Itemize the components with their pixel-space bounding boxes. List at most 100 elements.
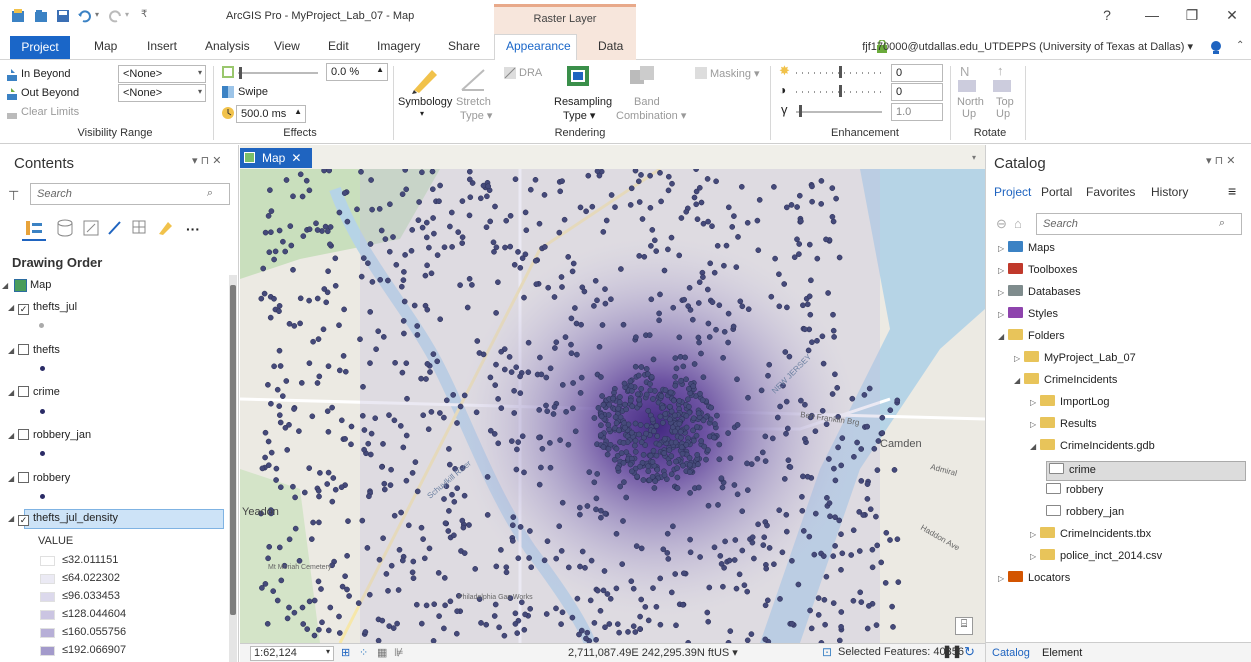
band-combination-icon[interactable] [628, 64, 658, 92]
scale-combo[interactable]: 1:62,124 ▾ [250, 646, 334, 661]
layer-visibility-checkbox[interactable]: ✓ [18, 304, 29, 315]
open-project-icon[interactable] [33, 8, 49, 24]
catalog-item[interactable]: ▷ Maps [998, 241, 1055, 261]
top-up-label[interactable]: Top [996, 96, 1014, 108]
contrast-slider-thumb[interactable] [839, 85, 842, 97]
undo-icon[interactable] [77, 8, 93, 24]
list-by-drawing-order-icon[interactable] [24, 219, 44, 237]
minimize-button[interactable]: — [1142, 7, 1162, 23]
layer-visibility-checkbox[interactable] [18, 344, 29, 355]
catalog-item[interactable]: ▷ Locators [998, 571, 1070, 591]
catalog-item[interactable]: robbery [1046, 483, 1103, 503]
collapse-ribbon-icon[interactable]: ⌃ [1236, 40, 1244, 51]
flicker-spinner[interactable]: 500.0 ms ▲ [236, 105, 306, 123]
refresh-icon[interactable]: ↻ [964, 644, 975, 660]
out-beyond-combo[interactable]: <None> ▾ [118, 84, 206, 102]
constraints-icon[interactable]: ⊯ [394, 646, 404, 659]
brightness-spinner[interactable]: 0 [891, 64, 943, 82]
expand-triangle-icon[interactable]: ▷ [1030, 420, 1040, 429]
expand-triangle-icon[interactable]: ▷ [998, 574, 1008, 583]
catalog-item[interactable]: ◢ CrimeIncidents.gdb [1030, 439, 1155, 459]
stretch-type-icon[interactable] [458, 66, 488, 94]
tab-view[interactable]: View [274, 39, 300, 53]
transparency-slider-thumb[interactable] [239, 67, 242, 79]
clear-limits-label[interactable]: Clear Limits [21, 106, 79, 118]
close-tab-icon[interactable]: ✕ [291, 151, 301, 165]
expand-triangle-icon[interactable]: ▷ [1030, 530, 1040, 539]
symbology-button[interactable]: Symbology [398, 96, 452, 108]
more-icon[interactable]: ··· [186, 221, 200, 237]
layer-row-robbery-jan[interactable]: ◢ robbery_jan [8, 429, 91, 447]
new-project-icon[interactable] [10, 8, 26, 24]
map-tab[interactable]: Map ✕ [240, 148, 312, 168]
layer-visibility-checkbox[interactable] [18, 472, 29, 483]
catalog-item[interactable]: ▷ Toolboxes [998, 263, 1078, 283]
layer-row-thefts[interactable]: ◢ thefts [8, 344, 60, 362]
expand-triangle-icon[interactable]: ◢ [8, 303, 18, 312]
coordinates-readout[interactable]: 2,711,087.49E 242,295.39N ftUS ▾ [568, 646, 738, 659]
catalog-tab-history[interactable]: History [1151, 185, 1188, 199]
expand-triangle-icon[interactable]: ◢ [2, 281, 12, 290]
contrast-spinner[interactable]: 0 [891, 83, 943, 101]
undo-dropdown-icon[interactable]: ▾ [95, 10, 99, 19]
save-icon[interactable] [55, 8, 71, 24]
stretch-type-label[interactable]: Stretch [456, 96, 491, 108]
transparency-spinner[interactable]: 0.0 % ▲ [326, 63, 388, 81]
tab-edit[interactable]: Edit [328, 39, 349, 53]
expand-triangle-icon[interactable]: ◢ [8, 346, 18, 355]
filter-icon[interactable]: ⊤ [8, 188, 19, 204]
layer-row-robbery[interactable]: ◢ robbery [8, 472, 70, 490]
gamma-slider-thumb[interactable] [799, 105, 802, 117]
contents-scrollbar[interactable] [229, 275, 237, 662]
layer-visibility-checkbox[interactable]: ✓ [18, 515, 29, 526]
catalog-item[interactable]: ◢ CrimeIncidents [1014, 373, 1117, 393]
list-by-labeling-icon[interactable] [156, 219, 174, 237]
list-by-snapping-icon[interactable] [131, 219, 149, 237]
resampling-button[interactable]: Resampling [554, 96, 612, 108]
contents-search-input[interactable]: Search ⌕ [30, 183, 230, 205]
map-canvas[interactable]: Camden Yeadon Ben Franklin Brg NEW JERSE… [240, 169, 985, 643]
table-icon[interactable]: ▦ [377, 646, 387, 659]
catalog-item[interactable]: ▷ Results [1030, 417, 1097, 437]
in-beyond-label[interactable]: In Beyond [21, 68, 71, 80]
notification-icon[interactable] [1208, 39, 1224, 55]
expand-triangle-icon[interactable]: ▷ [998, 244, 1008, 253]
tab-share[interactable]: Share [448, 39, 480, 53]
pane-options-icon[interactable]: ▾ ⊓ ✕ [1206, 154, 1235, 167]
account-menu[interactable]: fjf170000@utdallas.edu_UTDEPPS (Universi… [862, 40, 1193, 53]
expand-triangle-icon[interactable]: ▷ [998, 310, 1008, 319]
expand-triangle-icon[interactable]: ▷ [1030, 552, 1040, 561]
band-combination-label[interactable]: Band [634, 96, 660, 108]
customize-qat-icon[interactable]: ₹ [141, 9, 147, 20]
tab-project[interactable]: Project [10, 36, 70, 59]
catalog-item[interactable]: ▷ police_inct_2014.csv [1030, 549, 1162, 569]
layer-visibility-checkbox[interactable] [18, 386, 29, 397]
home-icon[interactable]: ⌂ [1014, 216, 1022, 231]
map-svg[interactable]: Camden Yeadon Ben Franklin Brg NEW JERSE… [240, 169, 985, 643]
catalog-item[interactable]: ▷ Styles [998, 307, 1058, 327]
help-button[interactable]: ? [1097, 7, 1117, 23]
brightness-slider-thumb[interactable] [839, 66, 842, 78]
catalog-item[interactable]: ▷ CrimeIncidents.tbx [1030, 527, 1151, 547]
gamma-slider[interactable] [796, 111, 882, 113]
catalog-item[interactable]: crime [1046, 461, 1246, 481]
list-by-selection-icon[interactable] [82, 219, 100, 237]
bottom-tab-element[interactable]: Element [1042, 647, 1082, 659]
catalog-tab-favorites[interactable]: Favorites [1086, 185, 1135, 199]
north-up-label[interactable]: North [957, 96, 984, 108]
expand-triangle-icon[interactable]: ▷ [1030, 398, 1040, 407]
symbology-icon[interactable] [410, 66, 440, 94]
grid-icon[interactable]: ⁘ [359, 646, 368, 659]
tab-overflow-icon[interactable]: ▾ [972, 153, 976, 162]
layer-visibility-checkbox[interactable] [18, 429, 29, 440]
menu-icon[interactable]: ≡ [1228, 183, 1236, 199]
swipe-button[interactable]: Swipe [238, 86, 268, 98]
catalog-item[interactable]: ▷ Databases [998, 285, 1081, 305]
layer-row-crime[interactable]: ◢ crime [8, 386, 60, 404]
catalog-item[interactable]: ▷ MyProject_Lab_07 [1014, 351, 1136, 371]
catalog-tab-portal[interactable]: Portal [1041, 185, 1072, 199]
back-icon[interactable]: ⊖ [996, 216, 1007, 232]
restore-button[interactable]: ❐ [1182, 7, 1202, 24]
pane-options-icon[interactable]: ▾ ⊓ ✕ [192, 154, 221, 167]
catalog-item[interactable]: ▷ ImportLog [1030, 395, 1110, 415]
